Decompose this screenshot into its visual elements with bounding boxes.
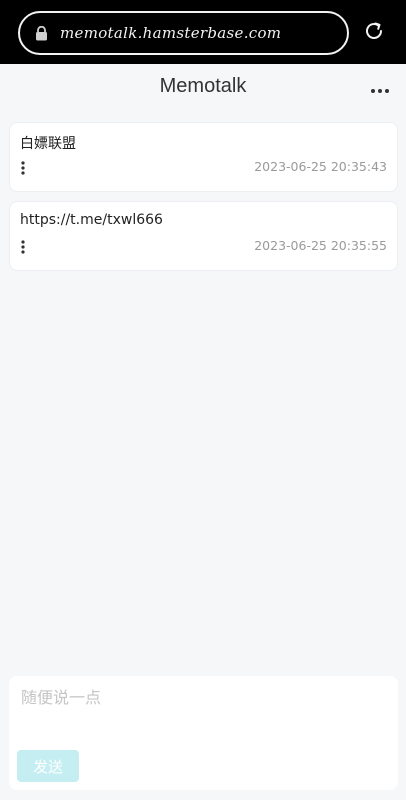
memo-menu-button[interactable]	[18, 160, 28, 179]
send-button[interactable]: 发送	[17, 750, 79, 782]
memo-timestamp: 2023-06-25 20:35:43	[254, 159, 387, 174]
memo-input[interactable]	[19, 682, 388, 738]
memo-text: https://t.me/txwl666	[20, 212, 163, 228]
address-bar[interactable]: memotalk.hamsterbase.com	[18, 11, 349, 55]
more-vertical-icon	[21, 160, 25, 179]
memo-card: https://t.me/txwl666 2023-06-25 20:35:55	[9, 201, 398, 271]
memo-list: 白嫖联盟 2023-06-25 20:35:43 https://t.me/tx…	[9, 122, 398, 280]
memo-card: 白嫖联盟 2023-06-25 20:35:43	[9, 122, 398, 192]
memo-timestamp: 2023-06-25 20:35:55	[254, 238, 387, 253]
memo-menu-button[interactable]	[18, 239, 28, 258]
app-title: Memotalk	[159, 75, 247, 97]
app-header: Memotalk	[0, 64, 406, 114]
memo-text: 白嫖联盟	[20, 136, 76, 152]
browser-toolbar: memotalk.hamsterbase.com	[0, 0, 406, 64]
more-vertical-icon	[21, 239, 25, 258]
reload-icon	[362, 19, 386, 47]
url-text: memotalk.hamsterbase.com	[60, 24, 282, 42]
more-horizontal-icon	[370, 79, 390, 98]
lock-icon	[34, 25, 48, 41]
more-options-button[interactable]	[368, 78, 392, 98]
memo-composer: 发送	[9, 676, 398, 790]
reload-button[interactable]	[360, 19, 388, 47]
